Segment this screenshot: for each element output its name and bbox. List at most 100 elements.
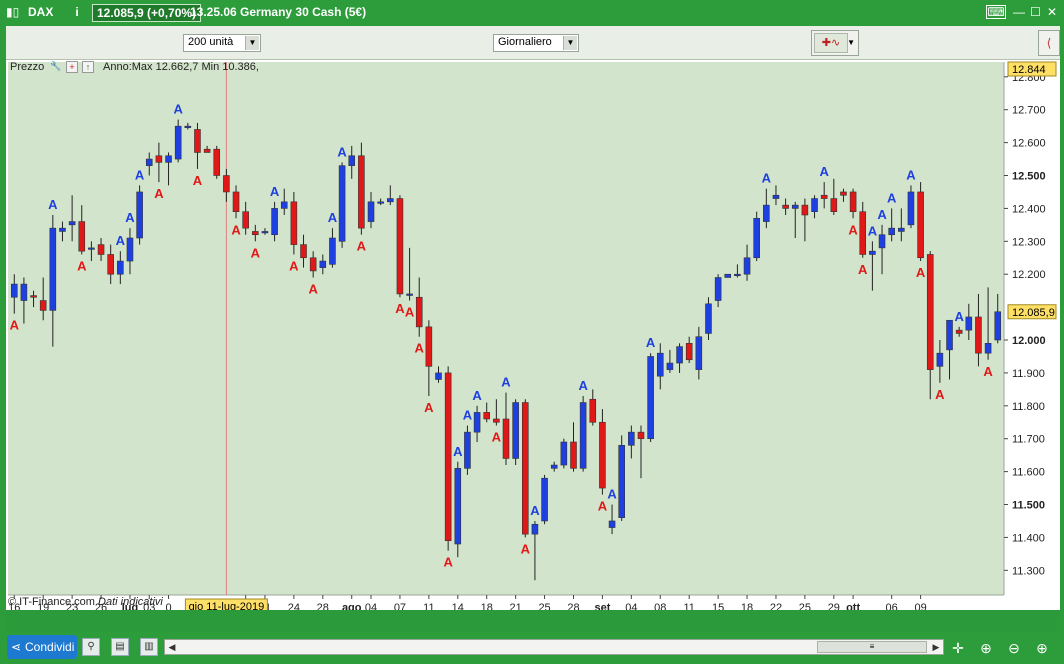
candle-body — [213, 148, 221, 176]
period-select[interactable]: Giornaliero ▼ — [493, 34, 579, 52]
chart-scrollbar[interactable]: ◀ ≡ ▶ — [164, 639, 944, 655]
candle-body — [656, 352, 664, 377]
candle-body — [666, 362, 674, 370]
candle-body — [280, 201, 288, 209]
signal-marker: A — [858, 262, 868, 277]
candle-body — [39, 300, 47, 311]
add-indicator-icon[interactable]: + — [66, 61, 78, 73]
candle-body — [714, 277, 722, 301]
year-range-text: Anno:Max 12.662,7 Min 10.386, — [103, 61, 259, 73]
candle-body — [367, 201, 375, 222]
candle-body — [753, 217, 760, 259]
signal-marker: A — [762, 171, 772, 186]
x-tick-label: 28 — [567, 602, 579, 610]
y-tick-label: 12.200 — [1012, 269, 1046, 281]
candle-body — [203, 148, 211, 153]
period-select-value: Giornaliero — [498, 36, 552, 48]
candle-body — [695, 336, 703, 370]
signal-marker: A — [646, 335, 656, 350]
instrument-name[interactable]: DAX — [28, 5, 53, 19]
scroll-left-icon[interactable]: ◀ — [165, 640, 179, 654]
x-tick-label: 04 — [365, 602, 377, 610]
x-tick-label: 22 — [770, 602, 782, 610]
candle-body — [955, 329, 963, 334]
signal-marker: A — [154, 186, 164, 201]
candle-body — [975, 316, 982, 354]
candlestick-app-icon[interactable]: ▮▯ — [6, 5, 19, 19]
x-tick-label: 25 — [538, 602, 550, 610]
candle-body — [425, 326, 433, 367]
x-tick-label: 29 — [828, 602, 840, 610]
signal-marker: A — [415, 341, 425, 356]
candle-body — [763, 204, 770, 222]
zoom-region-icon[interactable]: ⊕ — [976, 638, 996, 658]
candle-body — [512, 402, 519, 459]
price-label: 12.085,9 — [1012, 307, 1055, 319]
chevron-down-icon[interactable]: ▼ — [847, 38, 855, 47]
candle-body — [464, 431, 471, 469]
maximize-button[interactable]: ☐ — [1030, 5, 1041, 19]
wrench-icon[interactable]: 🔧 — [50, 61, 62, 73]
drawing-tools-button[interactable]: ✚∿ ▼ — [811, 30, 859, 56]
candle-body — [791, 204, 799, 209]
chevron-down-icon[interactable]: ▼ — [245, 36, 259, 50]
crosshair-icon[interactable]: ✛ — [948, 638, 968, 658]
candle-body — [174, 125, 182, 160]
x-tick-label: ott — [846, 602, 860, 610]
candle-body — [59, 227, 66, 232]
x-tick-label: 18 — [741, 602, 753, 610]
price-chart[interactable]: 12.800 12.700 12.600 12.500 12.400 12.300 12.2… — [6, 60, 1060, 610]
signal-marker: A — [453, 444, 463, 459]
y-tick-label: 12.500 — [1012, 171, 1046, 183]
signal-marker: A — [10, 318, 20, 333]
y-tick-label: 11.300 — [1012, 565, 1045, 577]
units-select[interactable]: 200 unità ▼ — [183, 34, 261, 52]
candle-body — [493, 418, 500, 423]
side-panel-button[interactable]: ⟨ — [1038, 30, 1060, 56]
candle-body — [435, 372, 442, 380]
candle-body — [473, 412, 481, 433]
candle-body — [907, 191, 915, 226]
zoom-in-icon[interactable]: ⊕ — [1032, 638, 1052, 658]
candle-body — [184, 125, 192, 128]
y-tick-label: 12.700 — [1012, 105, 1046, 117]
share-button[interactable]: ⋖ Condividi — [7, 635, 77, 659]
x-tick-label: 04 — [625, 602, 637, 610]
close-button[interactable]: ✕ — [1047, 5, 1057, 19]
candle-body — [377, 201, 384, 204]
arrow-up-icon[interactable]: ↑ — [82, 61, 94, 73]
legend-label[interactable]: Prezzo — [10, 61, 44, 73]
minimize-button[interactable]: — — [1013, 5, 1025, 19]
info-icon[interactable]: i — [70, 5, 84, 19]
candle-body — [319, 260, 327, 268]
candle-body — [570, 441, 577, 469]
share-label: Condividi — [25, 640, 75, 654]
zoom-out-icon[interactable]: ⊖ — [1004, 638, 1024, 658]
signal-marker: A — [530, 503, 540, 518]
candle-body — [965, 316, 973, 331]
candle-body — [68, 221, 76, 226]
document-icon[interactable]: ▤ — [111, 638, 129, 656]
signal-marker: A — [77, 258, 87, 273]
signal-marker: A — [125, 210, 135, 225]
cursor-date-label: gio 11-lug-2019 — [189, 601, 265, 610]
candle-body — [358, 155, 365, 229]
candles-icon[interactable]: ▥ — [140, 638, 158, 656]
candlestick-chart[interactable]: 12.80012.70012.60012.50012.40012.30012.2… — [6, 60, 1060, 610]
candle-body — [338, 165, 346, 242]
candle-body — [329, 237, 336, 265]
y-tick-label: 11.400 — [1012, 532, 1045, 544]
keyboard-icon[interactable]: ⌨ — [986, 5, 1006, 19]
scroll-thumb[interactable]: ≡ — [817, 641, 927, 653]
candle-body — [946, 319, 953, 351]
scroll-right-icon[interactable]: ▶ — [929, 640, 943, 654]
candle-body — [898, 227, 905, 232]
candle-body — [406, 293, 413, 296]
price-badge: 12.085,9 (+0,70%) — [92, 4, 202, 22]
candle-body — [820, 194, 828, 199]
share-icon: ⋖ — [11, 640, 22, 654]
y-tick-label: 12.600 — [1012, 138, 1046, 150]
indicators-icon[interactable]: ⚲ — [82, 638, 100, 656]
y-tick-label: 12.400 — [1012, 203, 1046, 215]
chevron-down-icon[interactable]: ▼ — [563, 36, 577, 50]
